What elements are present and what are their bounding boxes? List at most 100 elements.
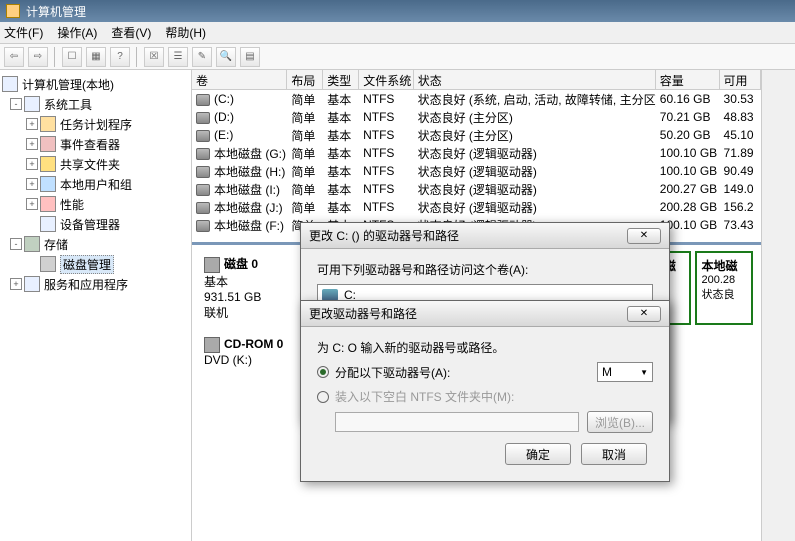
menu-action[interactable]: 操作(A)	[57, 24, 97, 41]
tree-root[interactable]: 计算机管理(本地)	[0, 74, 191, 94]
tree-users[interactable]: +本地用户和组	[0, 174, 191, 194]
toolbar-sep	[54, 47, 56, 67]
volume-icon	[196, 184, 210, 196]
tree-perf[interactable]: +性能	[0, 194, 191, 214]
back-button[interactable]: ⇦	[4, 47, 24, 67]
tool-button[interactable]: ✎	[192, 47, 212, 67]
right-column	[761, 70, 795, 541]
forward-button[interactable]: ⇨	[28, 47, 48, 67]
tree-storage[interactable]: -存储	[0, 234, 191, 254]
cdrom-icon	[204, 337, 220, 353]
col-status[interactable]: 状态	[414, 70, 656, 89]
perf-icon	[40, 196, 56, 212]
cdrom-sub: DVD (K:)	[204, 353, 252, 367]
eventlog-icon	[40, 136, 56, 152]
tree-task[interactable]: +任务计划程序	[0, 114, 191, 134]
help-icon[interactable]: ?	[110, 47, 130, 67]
expand-icon[interactable]: +	[26, 198, 38, 210]
dialog-title: 更改驱动器号和路径	[309, 305, 417, 322]
radio-mount-folder[interactable]: 装入以下空白 NTFS 文件夹中(M):	[317, 388, 653, 405]
dialog-text: 可用下列驱动器号和路径访问这个卷(A):	[317, 261, 653, 278]
dialog-titlebar[interactable]: 更改驱动器号和路径 ✕	[301, 301, 669, 327]
volume-icon	[196, 112, 210, 124]
radio-icon	[317, 391, 329, 403]
expand-icon[interactable]: +	[26, 158, 38, 170]
drive-letter-combo[interactable]: M ▼	[597, 362, 653, 382]
disk-size: 931.51 GB	[204, 290, 261, 304]
tree-diskmgmt[interactable]: 磁盘管理	[0, 254, 191, 274]
tool-button[interactable]: ☒	[144, 47, 164, 67]
radio-label: 分配以下驱动器号(A):	[335, 364, 450, 381]
partition[interactable]: 本地磁200.28状态良	[695, 251, 753, 325]
radio-label: 装入以下空白 NTFS 文件夹中(M):	[335, 388, 514, 405]
volume-row[interactable]: 本地磁盘 (J:)简单基本NTFS状态良好 (逻辑驱动器)200.28 GB15…	[192, 198, 761, 216]
volume-icon	[196, 148, 210, 160]
menu-bar: 文件(F) 操作(A) 查看(V) 帮助(H)	[0, 22, 795, 44]
disk-state: 联机	[204, 306, 228, 320]
dialog-titlebar[interactable]: 更改 C: () 的驱动器号和路径 ✕	[301, 223, 669, 249]
col-volume[interactable]: 卷	[192, 70, 287, 89]
expand-icon[interactable]: +	[26, 118, 38, 130]
browse-button: 浏览(B)...	[587, 411, 653, 433]
services-icon	[24, 276, 40, 292]
ok-button[interactable]: 确定	[505, 443, 571, 465]
expand-icon[interactable]: +	[26, 178, 38, 190]
volume-row[interactable]: (D:)简单基本NTFS状态良好 (主分区)70.21 GB48.83	[192, 108, 761, 126]
storage-icon	[24, 236, 40, 252]
col-layout[interactable]: 布局	[287, 70, 323, 89]
cancel-button[interactable]: 取消	[581, 443, 647, 465]
close-button[interactable]: ✕	[627, 228, 661, 244]
toolbar: ⇦ ⇨ ☐ ▦ ? ☒ ☰ ✎ 🔍 ▤	[0, 44, 795, 70]
radio-assign-letter[interactable]: 分配以下驱动器号(A): M ▼	[317, 362, 653, 382]
window-titlebar: 计算机管理	[0, 0, 795, 22]
mount-path-input	[335, 412, 579, 432]
users-icon	[40, 176, 56, 192]
volume-row[interactable]: (E:)简单基本NTFS状态良好 (主分区)50.20 GB45.10	[192, 126, 761, 144]
app-icon	[6, 4, 20, 18]
close-button[interactable]: ✕	[627, 306, 661, 322]
volume-icon	[196, 220, 210, 232]
radio-icon	[317, 366, 329, 378]
cdrom-title: CD-ROM 0	[224, 337, 283, 351]
disk-icon	[40, 256, 56, 272]
volume-row[interactable]: 本地磁盘 (I:)简单基本NTFS状态良好 (逻辑驱动器)200.27 GB14…	[192, 180, 761, 198]
refresh-button[interactable]: ☐	[62, 47, 82, 67]
menu-view[interactable]: 查看(V)	[111, 24, 151, 41]
props-button[interactable]: ▦	[86, 47, 106, 67]
tree-dev[interactable]: 设备管理器	[0, 214, 191, 234]
nav-tree: 计算机管理(本地) -系统工具 +任务计划程序 +事件查看器 +共享文件夹 +本…	[0, 70, 192, 541]
volume-icon	[196, 130, 210, 142]
tree-svc[interactable]: +服务和应用程序	[0, 274, 191, 294]
collapse-icon[interactable]: -	[10, 98, 22, 110]
tool-button[interactable]: ☰	[168, 47, 188, 67]
tool-button[interactable]: 🔍	[216, 47, 236, 67]
expand-icon[interactable]: +	[26, 138, 38, 150]
menu-help[interactable]: 帮助(H)	[165, 24, 206, 41]
dialog-title: 更改 C: () 的驱动器号和路径	[309, 227, 459, 244]
volume-icon	[196, 94, 210, 106]
change-letter-path-dialog: 更改驱动器号和路径 ✕ 为 C: O 输入新的驱动器号或路径。 分配以下驱动器号…	[300, 300, 670, 482]
tool-button[interactable]: ▤	[240, 47, 260, 67]
tree-systools[interactable]: -系统工具	[0, 94, 191, 114]
volume-row[interactable]: 本地磁盘 (H:)简单基本NTFS状态良好 (逻辑驱动器)100.10 GB90…	[192, 162, 761, 180]
volume-list: (C:)简单基本NTFS状态良好 (系统, 启动, 活动, 故障转储, 主分区)…	[192, 90, 761, 234]
volume-row[interactable]: (C:)简单基本NTFS状态良好 (系统, 启动, 活动, 故障转储, 主分区)…	[192, 90, 761, 108]
chevron-down-icon: ▼	[640, 368, 648, 377]
toolbar-sep	[136, 47, 138, 67]
window-title: 计算机管理	[26, 3, 86, 20]
disk-icon	[204, 257, 220, 273]
menu-file[interactable]: 文件(F)	[4, 24, 43, 41]
col-capacity[interactable]: 容量	[656, 70, 720, 89]
col-fs[interactable]: 文件系统	[359, 70, 414, 89]
tree-event[interactable]: +事件查看器	[0, 134, 191, 154]
disk-type: 基本	[204, 275, 228, 289]
collapse-icon[interactable]: -	[10, 238, 22, 250]
tree-share[interactable]: +共享文件夹	[0, 154, 191, 174]
computer-icon	[2, 76, 18, 92]
volume-row[interactable]: 本地磁盘 (G:)简单基本NTFS状态良好 (逻辑驱动器)100.10 GB71…	[192, 144, 761, 162]
expand-icon[interactable]: +	[10, 278, 22, 290]
col-free[interactable]: 可用	[720, 70, 762, 89]
volume-icon	[196, 166, 210, 178]
dialog-text: 为 C: O 输入新的驱动器号或路径。	[317, 339, 653, 356]
col-type[interactable]: 类型	[323, 70, 359, 89]
